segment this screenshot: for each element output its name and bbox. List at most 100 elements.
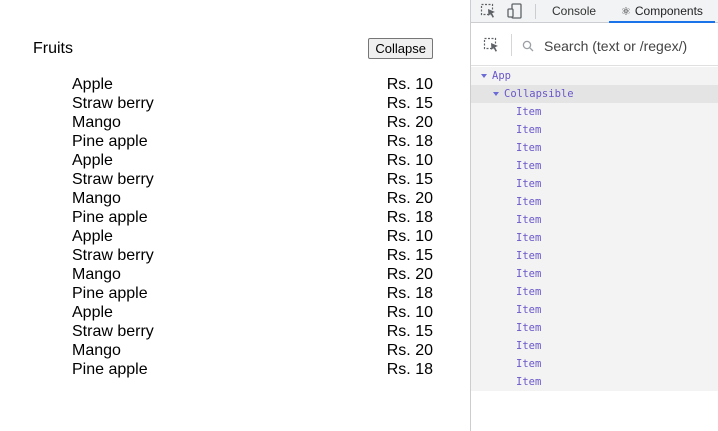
device-toolbar-icon[interactable] <box>506 3 524 19</box>
fruit-name: Apple <box>72 76 113 93</box>
fruit-price: Rs. 20 <box>386 190 433 207</box>
tree-node-item[interactable]: Item <box>471 211 718 229</box>
app-pane: Fruits Collapse Apple Rs. 10 Straw berry Rs… <box>0 0 470 431</box>
fruit-name: Straw berry <box>72 95 154 112</box>
tree-node-item[interactable]: Item <box>471 175 718 193</box>
fruit-price: Rs. 10 <box>386 228 433 245</box>
list-item: Straw berry Rs. 15 <box>72 94 433 113</box>
tree-node-label: Item <box>516 160 542 172</box>
tree-node-item[interactable]: Item <box>471 265 718 283</box>
tab-console[interactable]: Console <box>552 0 596 23</box>
tree-node-label: Item <box>516 196 542 208</box>
toolbar-divider <box>535 4 536 19</box>
fruit-name: Mango <box>72 190 121 207</box>
list-item: Apple Rs. 10 <box>72 227 433 246</box>
tree-node-label: Item <box>516 250 542 262</box>
fruit-name: Pine apple <box>72 361 148 378</box>
list-item: Pine apple Rs. 18 <box>72 284 433 303</box>
list-item: Apple Rs. 10 <box>72 75 433 94</box>
search-input[interactable] <box>544 36 714 56</box>
fruit-name: Pine apple <box>72 133 148 150</box>
fruit-price: Rs. 18 <box>386 361 433 378</box>
list-item: Straw berry Rs. 15 <box>72 170 433 189</box>
list-item: Straw berry Rs. 15 <box>72 322 433 341</box>
fruit-price: Rs. 15 <box>386 95 433 112</box>
list-item: Straw berry Rs. 15 <box>72 246 433 265</box>
fruit-price: Rs. 15 <box>386 247 433 264</box>
devtools-panel: Console ⚛Components App Collapsible I <box>470 0 718 431</box>
fruit-name: Apple <box>72 304 113 321</box>
search-icon <box>522 39 534 57</box>
fruit-price: Rs. 20 <box>386 266 433 283</box>
tree-node-label: Item <box>516 178 542 190</box>
fruit-price: Rs. 15 <box>386 171 433 188</box>
tree-node-label: Item <box>516 124 542 136</box>
page-title: Fruits <box>33 40 73 57</box>
tree-node-label: Item <box>516 268 542 280</box>
tree-node-item[interactable]: Item <box>471 283 718 301</box>
fruit-price: Rs. 10 <box>386 76 433 93</box>
fruit-price: Rs. 10 <box>386 304 433 321</box>
list-item: Pine apple Rs. 18 <box>72 132 433 151</box>
fruit-name: Mango <box>72 266 121 283</box>
tree-node-item[interactable]: Item <box>471 193 718 211</box>
tree-node-item[interactable]: Item <box>471 301 718 319</box>
fruit-price: Rs. 18 <box>386 133 433 150</box>
list-item: Mango Rs. 20 <box>72 189 433 208</box>
devtools-toolbar: Console ⚛ Components <box>471 0 718 23</box>
select-component-icon[interactable] <box>483 37 501 58</box>
tab-components-label: Components <box>634 4 703 18</box>
tab-components[interactable]: ⚛ Components <box>609 0 715 23</box>
tree-node-label: Item <box>516 142 542 154</box>
fruit-price: Rs. 20 <box>386 114 433 131</box>
tree-node-collapsible[interactable]: Collapsible <box>471 85 718 103</box>
fruit-name: Mango <box>72 342 121 359</box>
tree-node-item[interactable]: Item <box>471 319 718 337</box>
inspect-element-icon[interactable] <box>480 3 498 19</box>
fruit-name: Apple <box>72 228 113 245</box>
tree-node-label: Item <box>516 322 542 334</box>
fruit-name: Straw berry <box>72 323 154 340</box>
react-icon: ⚛ <box>621 6 631 18</box>
tree-node-item[interactable]: Item <box>471 247 718 265</box>
tree-node-item[interactable]: Item <box>471 229 718 247</box>
tree-node-item[interactable]: Item <box>471 157 718 175</box>
tree-node-item[interactable]: Item <box>471 139 718 157</box>
tree-node-label: Item <box>516 106 542 118</box>
search-bar <box>471 24 718 66</box>
fruit-name: Mango <box>72 114 121 131</box>
tree-node-label: Item <box>516 358 542 370</box>
tree-node-item[interactable]: Item <box>471 121 718 139</box>
search-divider <box>511 34 512 56</box>
app-header: Fruits Collapse <box>33 38 433 60</box>
list-item: Mango Rs. 20 <box>72 265 433 284</box>
list-item: Mango Rs. 20 <box>72 341 433 360</box>
tree-node-item[interactable]: Item <box>471 373 718 391</box>
fruit-name: Pine apple <box>72 209 148 226</box>
tree-node-item[interactable]: Item <box>471 103 718 121</box>
component-tree: App Collapsible Item Item Item Item Item Item… <box>471 67 718 391</box>
list-item: Apple Rs. 10 <box>72 303 433 322</box>
tree-node-item[interactable]: Item <box>471 355 718 373</box>
fruit-name: Straw berry <box>72 171 154 188</box>
tree-node-item[interactable]: Item <box>471 337 718 355</box>
tree-node-label: Item <box>516 340 542 352</box>
fruit-name: Straw berry <box>72 247 154 264</box>
tree-node-label: Item <box>516 286 542 298</box>
tree-node-label: Item <box>516 304 542 316</box>
list-item: Pine apple Rs. 18 <box>72 360 433 379</box>
collapse-triangle-icon[interactable] <box>481 74 487 78</box>
fruit-list: Apple Rs. 10 Straw berry Rs. 15 Mango Rs. 20 P… <box>72 75 433 379</box>
tree-node-label: Item <box>516 214 542 226</box>
fruit-name: Apple <box>72 152 113 169</box>
tab-console-label: Console <box>552 4 597 18</box>
tree-node-app[interactable]: App <box>471 67 718 85</box>
fruit-price: Rs. 10 <box>386 152 433 169</box>
tree-node-label: Item <box>516 232 542 244</box>
collapse-triangle-icon[interactable] <box>493 92 499 96</box>
list-item: Pine apple Rs. 18 <box>72 208 433 227</box>
list-item: Apple Rs. 10 <box>72 151 433 170</box>
collapse-button[interactable]: Collapse <box>368 38 433 59</box>
fruit-price: Rs. 18 <box>386 209 433 226</box>
tree-node-label: Collapsible <box>504 88 574 100</box>
